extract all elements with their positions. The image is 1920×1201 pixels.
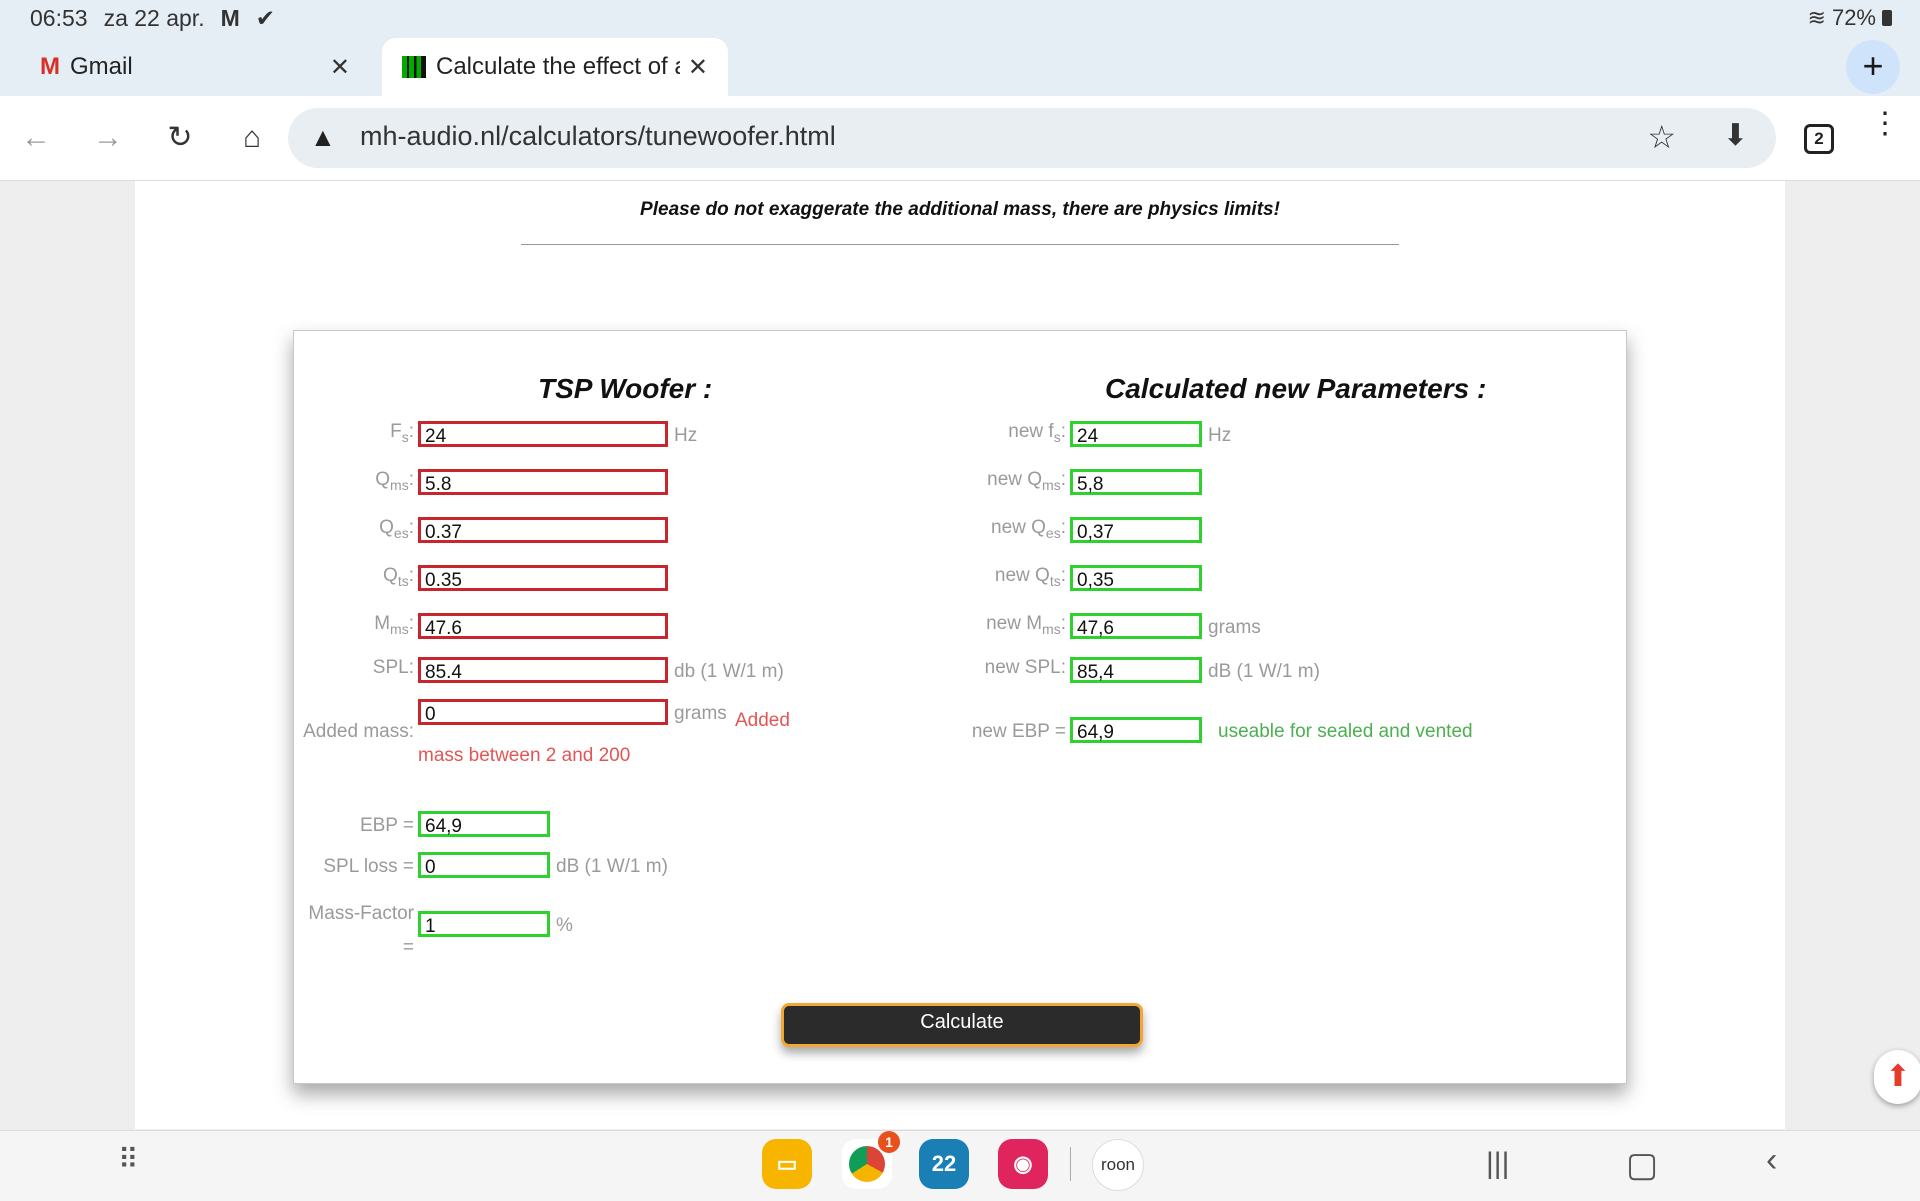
spl-loss-unit: dB (1 W/1 m) <box>556 856 668 877</box>
fs-input[interactable]: 24 <box>418 421 668 447</box>
spl-input[interactable]: 85.4 <box>418 657 668 683</box>
mms-input[interactable]: 47.6 <box>418 613 668 639</box>
forward-arrow-icon[interactable]: → <box>84 114 132 162</box>
tsp-woofer-title: TSP Woofer : <box>538 373 713 404</box>
qms-input[interactable]: 5.8 <box>418 469 668 495</box>
scroll-to-top-button[interactable]: ⬆ <box>1874 1050 1920 1104</box>
new-mms-label: new Mms: <box>986 613 1066 637</box>
home-button-icon[interactable]: ▢ <box>1626 1145 1658 1185</box>
tab-title: Calculate the effect of added mass <box>436 53 680 80</box>
qts-input[interactable]: 0.35 <box>418 565 668 591</box>
new-mms-output: 47,6 <box>1070 613 1202 639</box>
calculate-button[interactable]: Calculate <box>781 1003 1143 1047</box>
status-bar: 06:53 za 22 apr. M ✔ ≋ 72% <box>0 0 1920 38</box>
mass-factor-unit: % <box>556 915 573 936</box>
arrow-up-icon: ⬆ <box>1885 1060 1911 1093</box>
new-qes-label: new Qes: <box>991 517 1066 541</box>
added-mass-hint: Added mass between 2 and 200 <box>418 710 790 766</box>
mms-label: Mms: <box>374 613 414 637</box>
download-icon[interactable]: ⬇ <box>1723 118 1748 153</box>
divider <box>521 244 1399 245</box>
date: za 22 apr. <box>103 5 205 31</box>
box-type-note: useable for sealed and vented <box>1218 721 1473 742</box>
new-fs-label: new fs: <box>1008 421 1066 445</box>
mass-factor-output: 1 <box>418 911 550 937</box>
spl-unit: db (1 W/1 m) <box>674 661 784 682</box>
tab-switcher-button[interactable]: 2 <box>1804 124 1834 154</box>
not-secure-warning-icon[interactable]: ▲ <box>310 122 336 153</box>
ebp-label: EBP = <box>359 815 414 836</box>
calculator-panel: TSP Woofer : Fs: 24 Hz Qms: 5.8 Qes: 0.3… <box>293 330 1627 1084</box>
fs-unit: Hz <box>674 425 698 446</box>
fs-label: Fs: <box>390 421 414 445</box>
home-icon[interactable]: ⌂ <box>228 114 276 162</box>
new-qms-output: 5,8 <box>1070 469 1202 495</box>
close-icon[interactable]: ✕ <box>688 53 708 82</box>
spl-loss-output: 0 <box>418 852 550 878</box>
new-ebp-output: 64,9 <box>1070 717 1202 743</box>
new-spl-output: 85,4 <box>1070 657 1202 683</box>
back-arrow-icon[interactable]: ← <box>12 114 60 162</box>
tab-strip: M Gmail ✕ Calculate the effect of added … <box>0 38 1920 96</box>
qms-label: Qms: <box>375 469 414 493</box>
mass-warning-notice: Please do not exaggerate the additional … <box>640 199 1280 220</box>
site-favicon-icon <box>402 56 426 78</box>
new-params-title: Calculated new Parameters : <box>1105 373 1487 404</box>
dock-divider <box>1070 1147 1071 1181</box>
gmail-notification-icon: M <box>220 5 240 31</box>
notification-badge: 1 <box>878 1131 900 1153</box>
new-qes-output: 0,37 <box>1070 517 1202 543</box>
files-app-icon[interactable]: ▭ <box>762 1139 812 1189</box>
added-mass-label: Added mass: <box>303 721 414 742</box>
tab-gmail[interactable]: M Gmail ✕ <box>20 38 370 96</box>
new-mms-unit: grams <box>1208 617 1261 638</box>
address-bar[interactable]: ▲ mh-audio.nl/calculators/tunewoofer.htm… <box>288 108 1776 168</box>
wifi-icon: ≋ <box>1807 5 1826 30</box>
check-notification-icon: ✔ <box>255 5 276 31</box>
more-menu-icon[interactable]: ⋮ <box>1870 109 1900 139</box>
browser-toolbar: ← → ↻ ⌂ ▲ mh-audio.nl/calculators/tunewo… <box>0 96 1920 181</box>
spl-label: SPL: <box>372 657 414 678</box>
new-qms-label: new Qms: <box>987 469 1066 493</box>
tab-calculator[interactable]: Calculate the effect of added mass ✕ <box>382 38 728 96</box>
web-page: Please do not exaggerate the additional … <box>135 181 1785 1129</box>
new-qts-label: new Qts: <box>994 565 1066 589</box>
bookmark-star-icon[interactable]: ☆ <box>1647 118 1676 156</box>
new-fs-unit: Hz <box>1208 425 1232 446</box>
new-fs-output: 24 <box>1070 421 1202 447</box>
new-spl-unit: dB (1 W/1 m) <box>1208 661 1320 682</box>
new-qts-output: 0,35 <box>1070 565 1202 591</box>
mass-factor-label: Mass-Factor = <box>308 903 414 958</box>
battery-level: 72% <box>1831 5 1876 30</box>
calendar-app-icon[interactable]: 22 <box>919 1139 969 1189</box>
ebp-output: 64,9 <box>418 811 550 837</box>
new-tab-button[interactable]: + <box>1846 40 1900 94</box>
url-text[interactable]: mh-audio.nl/calculators/tunewoofer.html <box>360 121 836 152</box>
qts-label: Qts: <box>383 565 414 589</box>
qes-input[interactable]: 0.37 <box>418 517 668 543</box>
reload-icon[interactable]: ↻ <box>156 114 204 162</box>
recent-apps-icon[interactable]: ||| <box>1486 1147 1509 1181</box>
screen-recorder-app-icon[interactable]: ◉ <box>998 1139 1048 1189</box>
tab-title: Gmail <box>70 53 133 80</box>
roon-app-icon[interactable]: roon <box>1092 1139 1144 1191</box>
qes-label: Qes: <box>379 517 414 541</box>
new-ebp-label: new EBP = <box>971 721 1066 742</box>
new-spl-label: new SPL: <box>984 657 1066 678</box>
clock: 06:53 <box>30 5 88 31</box>
chrome-app-icon[interactable]: 1 <box>842 1131 900 1189</box>
back-button-icon[interactable]: ‹ <box>1766 1141 1777 1180</box>
battery-icon <box>1882 10 1892 26</box>
spl-loss-label: SPL loss = <box>323 856 414 877</box>
gmail-logo-icon: M <box>40 53 60 80</box>
app-drawer-icon[interactable]: ⠿ <box>118 1143 138 1176</box>
system-nav-bar: ⠿ ▭ 1 22 ◉ roon ||| ▢ ‹ <box>0 1130 1920 1201</box>
close-icon[interactable]: ✕ <box>330 53 350 82</box>
